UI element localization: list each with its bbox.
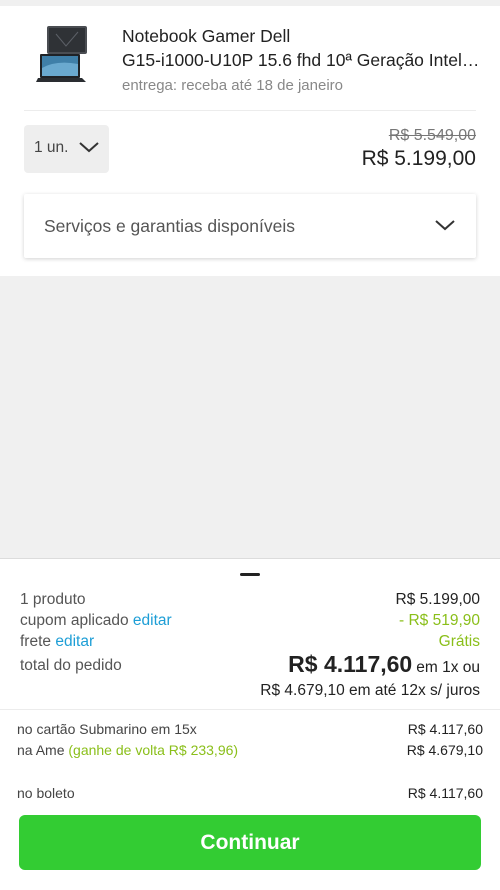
laptop-icon[interactable] <box>36 24 98 86</box>
products-label: 1 produto <box>20 591 86 608</box>
quantity-select[interactable]: 1 un. <box>24 125 109 173</box>
payment-option-value: R$ 4.679,10 <box>406 742 483 758</box>
divider <box>24 110 476 111</box>
coupon-value: - R$ 519,90 <box>399 612 480 629</box>
continue-button[interactable]: Continuar <box>19 815 481 870</box>
product-name-line1: Notebook Gamer Dell <box>122 26 291 46</box>
payment-option-value: R$ 4.117,60 <box>407 721 483 737</box>
products-value: R$ 5.199,00 <box>395 591 480 608</box>
product-name[interactable]: Notebook Gamer Dell G15-i1000-U10P 15.6 … <box>122 24 482 72</box>
total-label: total do pedido <box>20 657 122 674</box>
chevron-down-icon <box>435 220 455 231</box>
payment-option-label: na Ame <box>17 742 65 758</box>
cashback-note: (ganhe de volta R$ 233,96) <box>68 742 239 758</box>
delivery-estimate: entrega: receba até 18 de janeiro <box>122 77 343 94</box>
cart-item-card: Notebook Gamer Dell G15-i1000-U10P 15.6 … <box>0 6 500 276</box>
services-warranty-dropdown[interactable]: Serviços e garantias disponíveis <box>24 194 476 258</box>
shipping-value: Grátis <box>438 633 480 650</box>
drag-handle[interactable] <box>240 573 260 576</box>
total-value: R$ 4.117,60 <box>288 651 413 677</box>
shipping-label: frete <box>20 633 52 650</box>
chevron-down-icon <box>79 142 99 153</box>
order-total: R$ 4.117,60 em 1x ou <box>288 651 480 678</box>
divider <box>0 709 500 710</box>
payment-option-label: no boleto <box>17 785 75 801</box>
product-name-line2: G15-i1000-U10P 15.6 fhd 10ª Geração Inte… <box>122 50 482 70</box>
payment-option-value: R$ 4.117,60 <box>407 785 483 801</box>
payment-option-label: no cartão Submarino em 15x <box>17 721 197 737</box>
installments-info: R$ 4.679,10 em até 12x s/ juros <box>260 682 480 699</box>
coupon-label: cupom aplicado <box>20 612 129 629</box>
coupon-edit-link[interactable]: editar <box>133 612 172 629</box>
order-summary-panel: 1 produto R$ 5.199,00 cupom aplicado edi… <box>0 558 500 890</box>
shipping-edit-link[interactable]: editar <box>55 633 94 650</box>
total-suffix: em 1x ou <box>416 659 480 676</box>
quantity-value: 1 un. <box>34 139 69 156</box>
original-price: R$ 5.549,00 <box>388 127 476 144</box>
services-label: Serviços e garantias disponíveis <box>44 216 295 236</box>
current-price: R$ 5.199,00 <box>361 147 476 170</box>
